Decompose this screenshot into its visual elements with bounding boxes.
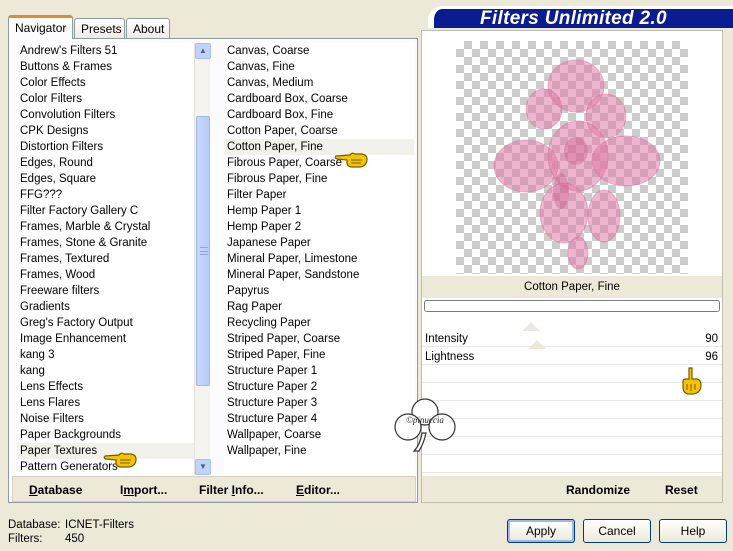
- category-list-item[interactable]: Edges, Square: [17, 171, 202, 187]
- category-list-item[interactable]: Paper Backgrounds: [17, 427, 202, 443]
- slider-lightness[interactable]: Lightness 96: [422, 340, 722, 365]
- category-list-item[interactable]: kang 3: [17, 347, 202, 363]
- filter-list-item[interactable]: Canvas, Fine: [224, 59, 414, 75]
- category-list-item[interactable]: Edges, Round: [17, 155, 202, 171]
- preview-button-bar: Randomize Reset: [422, 476, 722, 502]
- database-button[interactable]: Database: [29, 483, 82, 497]
- slider-area: Intensity 90 Lightness 96: [422, 322, 722, 473]
- category-list-item[interactable]: Lens Effects: [17, 379, 202, 395]
- preview-image[interactable]: [456, 41, 688, 274]
- filter-list-item[interactable]: Hemp Paper 2: [224, 219, 414, 235]
- watermark-logo: ©pinuccia: [394, 398, 456, 452]
- category-list-item[interactable]: Frames, Wood: [17, 267, 202, 283]
- filter-list-item[interactable]: Mineral Paper, Sandstone: [224, 267, 414, 283]
- slider-value: 90: [705, 333, 718, 345]
- category-list-item[interactable]: Frames, Marble & Crystal: [17, 219, 202, 235]
- filter-list-item[interactable]: Cotton Paper, Coarse: [224, 123, 414, 139]
- slider-intensity[interactable]: Intensity 90: [422, 322, 722, 347]
- editor-button[interactable]: Editor...: [296, 483, 340, 497]
- pointing-hand-icon: [682, 367, 702, 395]
- pointing-hand-icon: [103, 452, 137, 468]
- progress-bar: [424, 300, 720, 312]
- apply-button[interactable]: Apply: [507, 519, 575, 543]
- slider-empty: [422, 367, 722, 383]
- category-list-item[interactable]: Lens Flares: [17, 395, 202, 411]
- scroll-grip-icon: [200, 247, 208, 255]
- category-list-item[interactable]: kang: [17, 363, 202, 379]
- slider-thumb[interactable]: [522, 322, 540, 331]
- filter-list-item[interactable]: Cardboard Box, Coarse: [224, 91, 414, 107]
- scroll-down-arrow-icon[interactable]: ▼: [195, 459, 211, 475]
- filter-list-item[interactable]: Papyrus: [224, 283, 414, 299]
- filter-list-item[interactable]: Filter Paper: [224, 187, 414, 203]
- navigator-button-bar: Database Import... Filter Info... Editor…: [12, 476, 416, 502]
- category-list-item[interactable]: Frames, Stone & Granite: [17, 235, 202, 251]
- import-button[interactable]: Import...: [120, 483, 167, 497]
- help-button[interactable]: Help: [659, 519, 727, 543]
- reset-button[interactable]: Reset: [665, 483, 698, 497]
- filter-list-item[interactable]: Structure Paper 1: [224, 363, 414, 379]
- scroll-up-arrow-icon[interactable]: ▲: [195, 43, 211, 59]
- category-list-item[interactable]: Filter Factory Gallery C: [17, 203, 202, 219]
- category-list-item[interactable]: Andrew's Filters 51: [17, 43, 202, 59]
- filter-info-button[interactable]: Filter Info...: [199, 483, 264, 497]
- category-list-item[interactable]: Color Filters: [17, 91, 202, 107]
- preview-panel: Cotton Paper, Fine Intensity 90 Lightnes…: [421, 30, 723, 503]
- slider-label: Lightness: [425, 351, 475, 363]
- tab-presets[interactable]: Presets: [74, 18, 125, 39]
- slider-empty: [422, 421, 722, 437]
- filter-list-item[interactable]: Recycling Paper: [224, 315, 414, 331]
- filter-list-item[interactable]: Striped Paper, Fine: [224, 347, 414, 363]
- category-scrollbar[interactable]: ▲ ▼: [194, 43, 211, 475]
- selected-filter-name: Cotton Paper, Fine: [422, 276, 722, 298]
- slider-empty: [422, 403, 722, 419]
- category-list-item[interactable]: Greg's Factory Output: [17, 315, 202, 331]
- category-list[interactable]: Andrew's Filters 51 Buttons & Frames Color…: [17, 43, 202, 475]
- filter-list-item[interactable]: Cardboard Box, Fine: [224, 107, 414, 123]
- category-list-item[interactable]: Gradients: [17, 299, 202, 315]
- slider-thumb[interactable]: [528, 340, 546, 349]
- filter-list-item[interactable]: Cotton Paper, Fine: [224, 139, 414, 155]
- tab-about[interactable]: About: [126, 18, 170, 39]
- filter-list-item[interactable]: Striped Paper, Coarse: [224, 331, 414, 347]
- flower-image: [493, 59, 661, 270]
- app-title: Filters Unlimited 2.0: [428, 6, 733, 28]
- filter-list-item[interactable]: Japanese Paper: [224, 235, 414, 251]
- category-list-item[interactable]: Noise Filters: [17, 411, 202, 427]
- scroll-thumb[interactable]: [196, 116, 210, 386]
- status-area: Database: ICNET-Filters Filters: 450: [8, 518, 134, 546]
- status-database-value: ICNET-Filters: [65, 519, 134, 531]
- pointing-hand-icon: [334, 152, 368, 168]
- filter-list-item[interactable]: Hemp Paper 1: [224, 203, 414, 219]
- category-list-item[interactable]: Frames, Textured: [17, 251, 202, 267]
- status-filters-value: 450: [65, 533, 85, 545]
- category-list-item[interactable]: Distortion Filters: [17, 139, 202, 155]
- cancel-button[interactable]: Cancel: [583, 519, 651, 543]
- slider-label: Intensity: [425, 333, 468, 345]
- category-list-item[interactable]: CPK Designs: [17, 123, 202, 139]
- status-filters-label: Filters:: [8, 533, 43, 545]
- randomize-button[interactable]: Randomize: [566, 483, 630, 497]
- slider-empty: [422, 457, 722, 473]
- category-list-item[interactable]: Buttons & Frames: [17, 59, 202, 75]
- slider-value: 96: [705, 351, 718, 363]
- filter-list-item[interactable]: Fibrous Paper, Coarse: [224, 155, 414, 171]
- filter-list-item[interactable]: Canvas, Coarse: [224, 43, 414, 59]
- status-database-label: Database:: [8, 519, 61, 531]
- category-list-item[interactable]: FFG???: [17, 187, 202, 203]
- filter-list-item[interactable]: Canvas, Medium: [224, 75, 414, 91]
- category-list-item[interactable]: Freeware filters: [17, 283, 202, 299]
- filter-list-item[interactable]: Rag Paper: [224, 299, 414, 315]
- category-list-item[interactable]: Image Enhancement: [17, 331, 202, 347]
- navigator-panel: Andrew's Filters 51 Buttons & Frames Color…: [8, 38, 418, 503]
- category-list-item[interactable]: Color Effects: [17, 75, 202, 91]
- category-list-item[interactable]: Convolution Filters: [17, 107, 202, 123]
- slider-empty: [422, 385, 722, 401]
- filter-list-item[interactable]: Mineral Paper, Limestone: [224, 251, 414, 267]
- filter-list-item[interactable]: Fibrous Paper, Fine: [224, 171, 414, 187]
- svg-text:©pinuccia: ©pinuccia: [406, 415, 444, 425]
- filter-list-item[interactable]: Structure Paper 2: [224, 379, 414, 395]
- slider-empty: [422, 439, 722, 455]
- tab-navigator[interactable]: Navigator: [8, 15, 73, 39]
